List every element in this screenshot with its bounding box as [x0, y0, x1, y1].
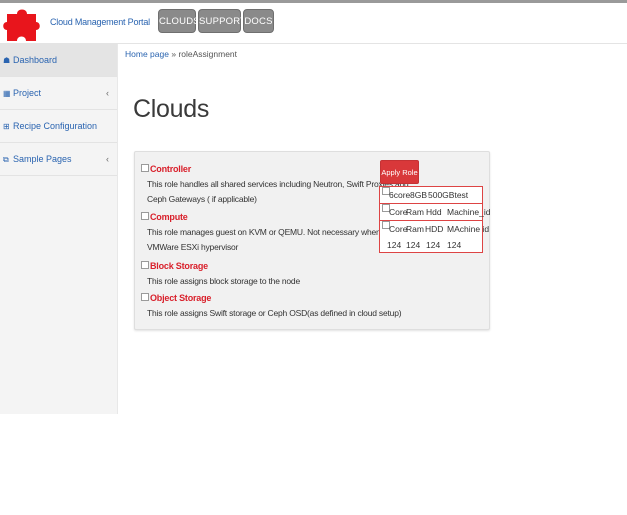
- role-compute-label: Compute: [150, 212, 188, 222]
- grid-icon: ⊞: [3, 122, 10, 131]
- description-line: This role handles all shared services in…: [147, 179, 409, 189]
- sidebar-item-label: Sample Pages: [13, 154, 72, 164]
- hardware-core: 6core: [389, 190, 411, 200]
- breadcrumb-separator: »: [171, 49, 177, 59]
- hardware-ram: 8GB: [410, 190, 428, 200]
- role-controller-description: This role handles all shared services in…: [147, 177, 409, 207]
- hardware-row: 6core 8GB 500GBtest: [380, 187, 482, 203]
- hardware-option-3[interactable]: Core Ram HDD MAchine id 124 124 124 124: [379, 220, 489, 253]
- nav-support-button[interactable]: SUPPORT: [198, 9, 246, 33]
- role-controller[interactable]: Controller: [141, 164, 191, 174]
- sidebar-item-label: Recipe Configuration: [13, 121, 98, 131]
- role-block-storage-description: This role assigns block storage to the n…: [147, 274, 300, 289]
- role-object-storage[interactable]: Object Storage: [141, 293, 211, 303]
- hardware-row: Core Ram HDD MAchine id: [380, 221, 489, 237]
- nav-docs-button[interactable]: DOCS: [243, 9, 274, 33]
- role-checkbox[interactable]: [141, 164, 149, 172]
- hardware-hdd: HDD: [425, 224, 444, 234]
- puzzle-logo-icon[interactable]: [3, 5, 43, 43]
- sidebar: ☗ Dashboard ▦ Project ‹ ⊞ Recipe Configurat…: [0, 44, 118, 414]
- hardware-hdd: Hdd: [426, 207, 442, 217]
- hardware-ram: Ram: [406, 224, 424, 234]
- hardware-ram-value: 124: [406, 240, 421, 250]
- hardware-core: Core: [389, 207, 408, 217]
- hardware-row: Core Ram Hdd Machine_id: [380, 204, 490, 220]
- home-icon: ☗: [3, 56, 11, 65]
- page-title: Clouds: [133, 95, 210, 123]
- hardware-machine-id: MAchine id: [447, 224, 490, 234]
- hardware-row: 124 124 124 124: [380, 237, 482, 253]
- description-line: Ceph Gateways ( if applicable): [147, 194, 257, 204]
- role-object-storage-description: This role assigns Swift storage or Ceph …: [147, 306, 402, 321]
- role-assignment-panel: Controller This role handles all shared …: [134, 151, 490, 330]
- hardware-core-value: 124: [387, 240, 402, 250]
- hardware-hdd-value: 124: [426, 240, 441, 250]
- role-block-storage-label: Block Storage: [150, 261, 208, 271]
- apply-role-button[interactable]: Apply Role: [380, 160, 419, 184]
- hardware-option-2[interactable]: Core Ram Hdd Machine_id: [379, 203, 490, 221]
- description-line: This role assigns Swift storage or Ceph …: [147, 308, 402, 318]
- sidebar-item-label: Project: [13, 88, 42, 98]
- role-compute[interactable]: Compute: [141, 212, 188, 222]
- role-controller-label: Controller: [150, 164, 192, 174]
- role-compute-description: This role manages guest on KVM or QEMU. …: [147, 225, 402, 255]
- top-header: Cloud Management Portal CLOUDS SUPPORT D…: [0, 3, 627, 44]
- description-line: This role manages guest on KVM or QEMU. …: [147, 227, 403, 237]
- breadcrumb: Home page » roleAssignment: [125, 49, 237, 59]
- breadcrumb-home-link[interactable]: Home page: [125, 49, 169, 59]
- chevron-left-icon[interactable]: ‹: [106, 77, 109, 109]
- sidebar-item-project[interactable]: ▦ Project ‹: [0, 77, 117, 110]
- role-block-storage[interactable]: Block Storage: [141, 261, 208, 271]
- brand-title[interactable]: Cloud Management Portal: [50, 17, 150, 27]
- role-checkbox[interactable]: [141, 212, 149, 220]
- description-line: This role assigns block storage to the n…: [147, 276, 300, 286]
- description-line: VMWare ESXi hypervisor: [147, 242, 239, 252]
- role-checkbox[interactable]: [141, 293, 149, 301]
- hardware-hdd: 500GBtest: [428, 190, 469, 200]
- sidebar-item-recipe-configuration[interactable]: ⊞ Recipe Configuration: [0, 110, 117, 143]
- role-object-storage-label: Object Storage: [150, 293, 212, 303]
- role-checkbox[interactable]: [141, 261, 149, 269]
- sidebar-item-label: Dashboard: [13, 55, 58, 65]
- sidebar-item-sample-pages[interactable]: ⧉ Sample Pages ‹: [0, 143, 117, 176]
- breadcrumb-current: roleAssignment: [178, 49, 238, 59]
- sidebar-item-dashboard[interactable]: ☗ Dashboard: [0, 44, 117, 77]
- nav-clouds-button[interactable]: CLOUDS: [158, 9, 200, 33]
- hardware-option-1[interactable]: 6core 8GB 500GBtest: [379, 186, 483, 204]
- hardware-ram: Ram: [406, 207, 424, 217]
- copy-icon: ⧉: [3, 155, 9, 164]
- chevron-left-icon[interactable]: ‹: [106, 143, 109, 175]
- hardware-machine-id-value: 124: [447, 240, 462, 250]
- bar-chart-icon: ▦: [3, 89, 11, 98]
- hardware-core: Core: [389, 224, 408, 234]
- hardware-machine-id: Machine_id: [447, 207, 491, 217]
